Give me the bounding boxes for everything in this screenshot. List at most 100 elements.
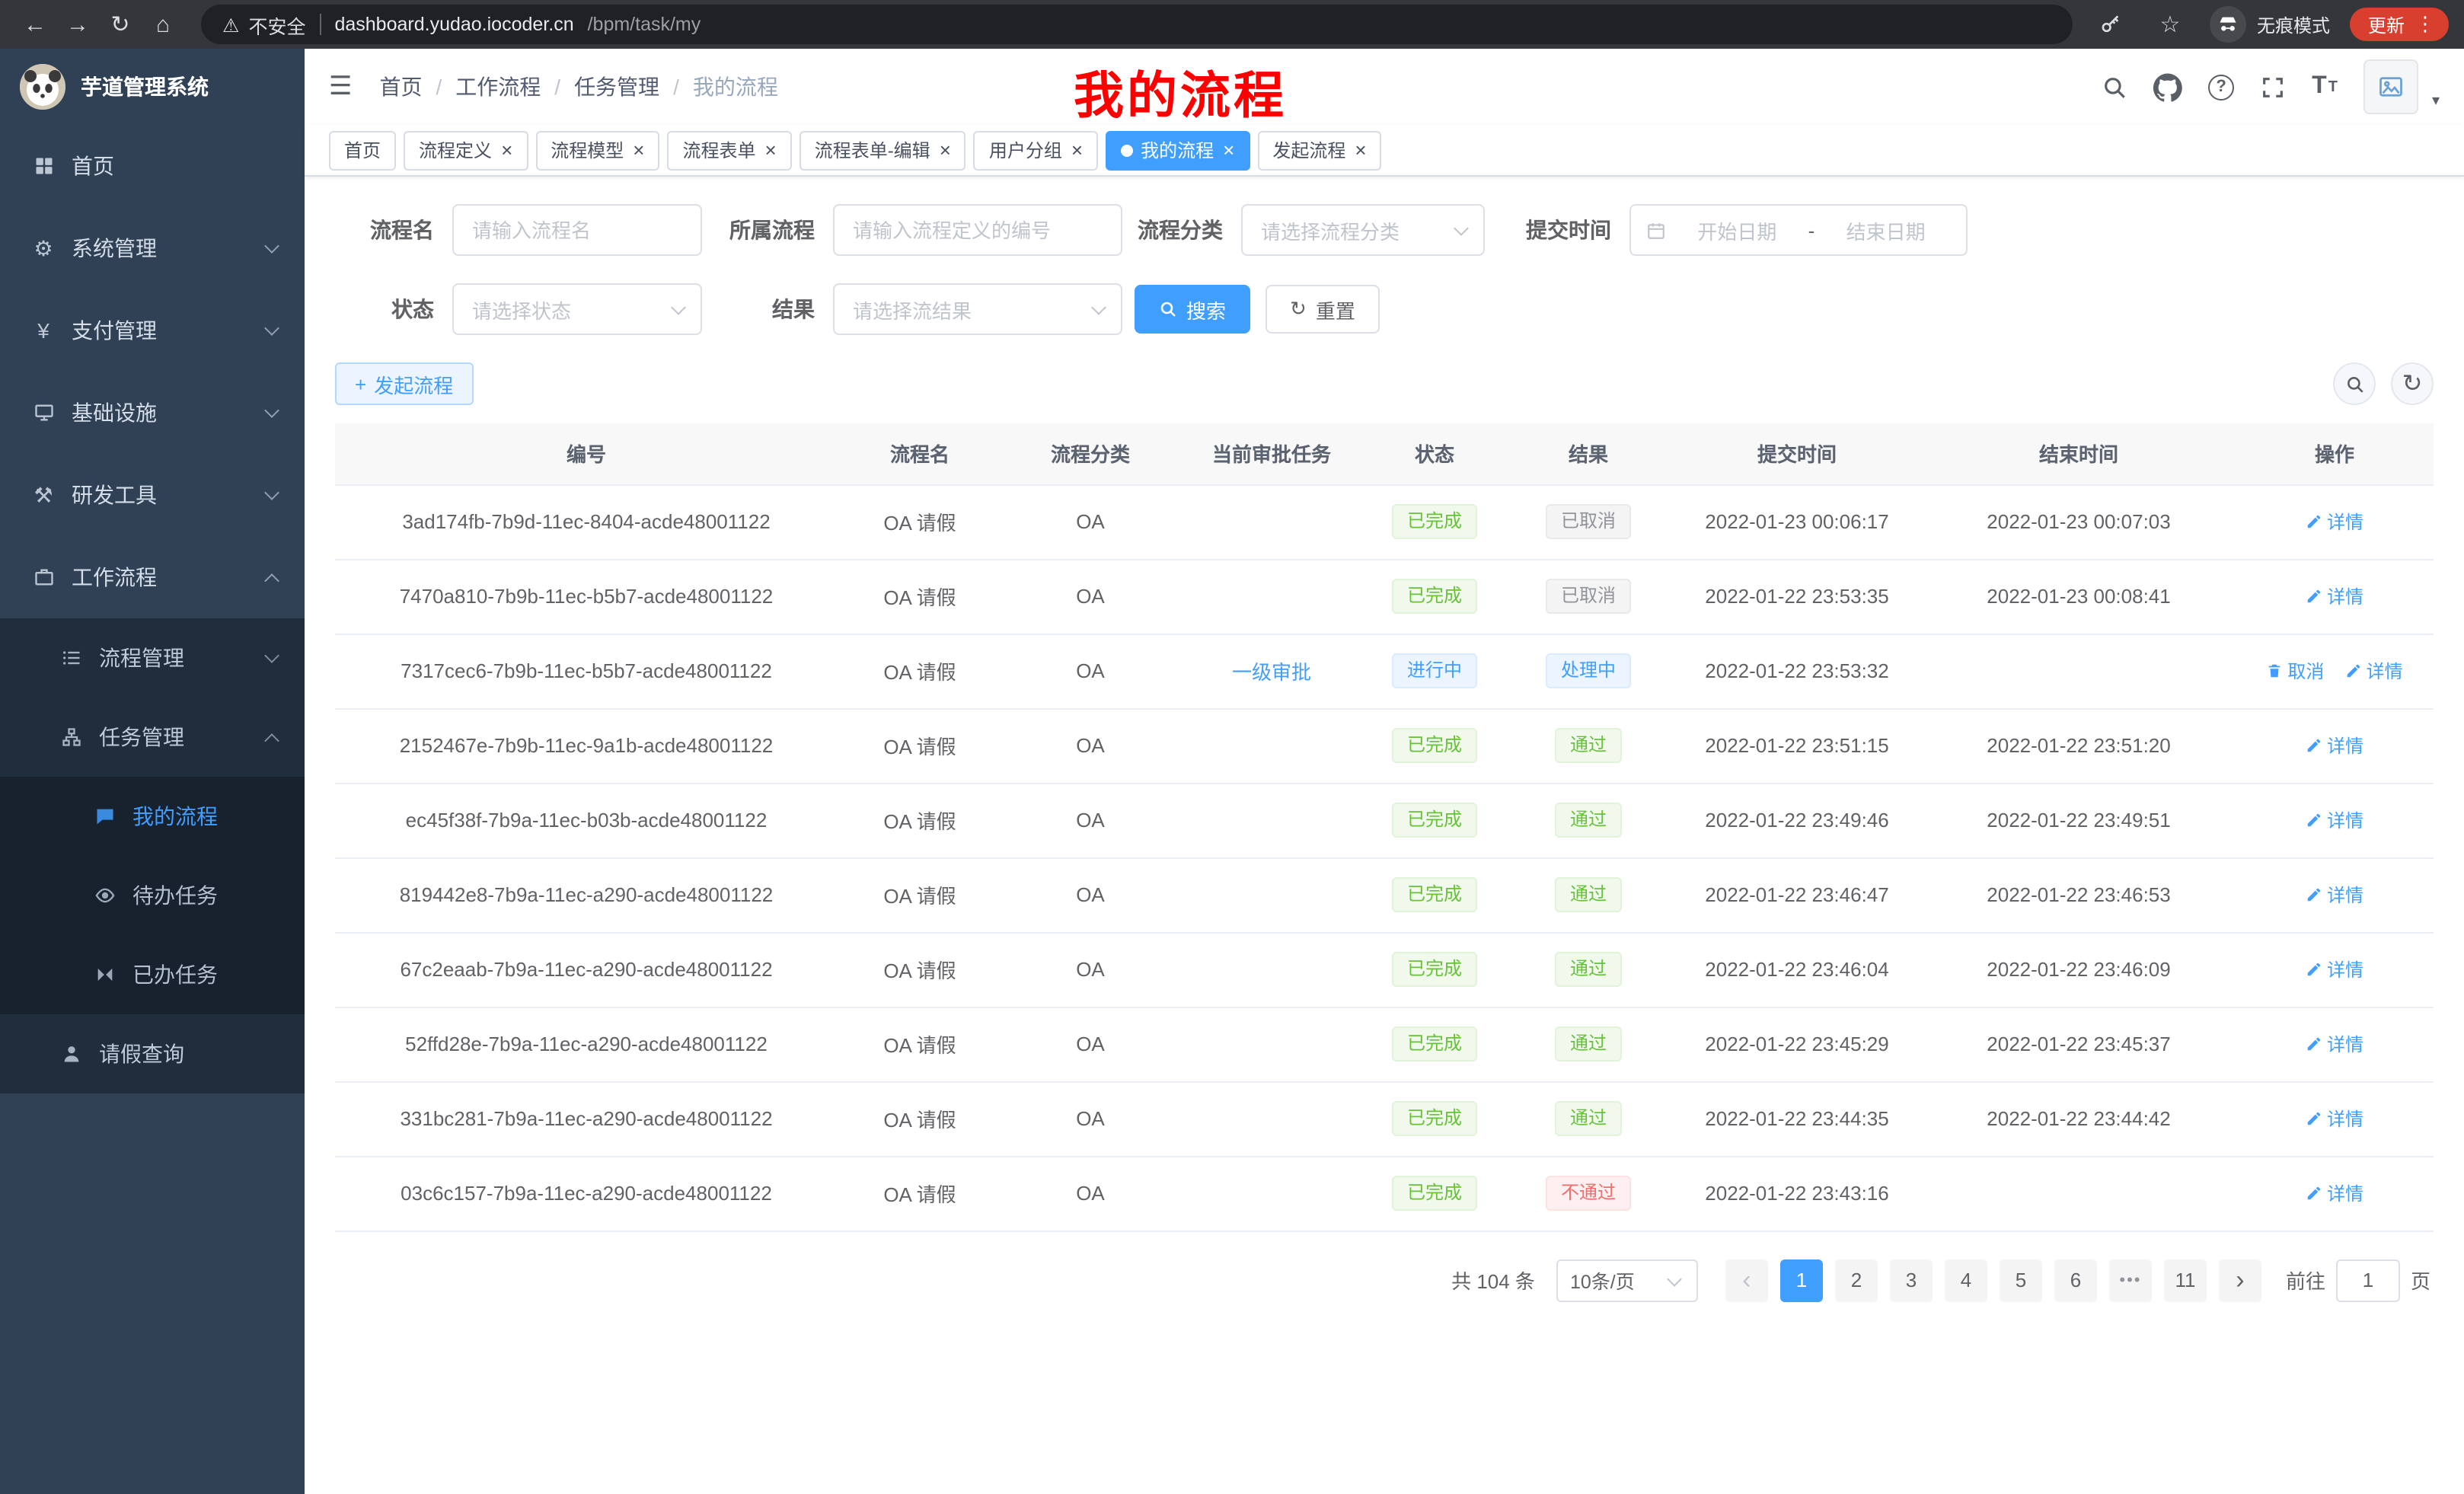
github-icon[interactable] [2153,72,2182,101]
parent-process-input[interactable] [833,204,1122,256]
page-button[interactable]: 11 [2164,1259,2207,1301]
table-refresh-icon[interactable]: ↻ [2391,362,2434,405]
initiate-process-button[interactable]: + 发起流程 [335,362,473,405]
close-icon[interactable]: × [940,140,951,160]
hamburger-icon[interactable]: ☰ [329,72,353,102]
status-badge: 已完成 [1392,728,1477,763]
tab-initiate-process[interactable]: 发起流程× [1257,130,1381,170]
col-current-task: 当前审批任务 [1179,423,1364,484]
tab-process-definition[interactable]: 流程定义× [404,130,528,170]
search-icon[interactable] [2102,74,2127,100]
detail-link[interactable]: 详情 [2306,733,2363,758]
page-button[interactable]: 3 [1890,1259,1933,1301]
category-select[interactable]: 请选择流程分类 [1241,204,1485,256]
prev-page-button[interactable]: ‹ [1725,1259,1768,1301]
forward-icon[interactable]: → [58,5,97,44]
detail-link[interactable]: 详情 [2306,1180,2363,1206]
date-start[interactable]: 开始日期 [1672,215,1802,244]
tab-process-form[interactable]: 流程表单× [667,130,791,170]
detail-link[interactable]: 详情 [2306,1031,2363,1057]
goto-page-input[interactable] [2336,1259,2400,1301]
sidebar-item-my-process[interactable]: 我的流程 [0,777,305,856]
detail-link[interactable]: 详情 [2306,509,2363,535]
close-icon[interactable]: × [765,140,777,160]
more-pages-button[interactable]: ••• [2109,1259,2152,1301]
detail-link[interactable]: 详情 [2306,807,2363,833]
date-end[interactable]: 结束日期 [1821,215,1951,244]
date-range-picker[interactable]: 开始日期 - 结束日期 [1629,204,1968,256]
detail-link[interactable]: 详情 [2345,658,2403,684]
chat-bubble-icon [91,806,117,827]
search-button[interactable]: 搜索 [1135,285,1250,334]
table-tools: ↻ [2333,362,2434,405]
result-badge: 处理中 [1546,653,1631,688]
done-tasks-icon [91,964,117,985]
breadcrumb-item[interactable]: 任务管理 [574,72,659,102]
bookmark-star-icon[interactable]: ☆ [2150,5,2190,44]
chevron-down-icon [264,403,279,418]
home-icon[interactable]: ⌂ [143,5,183,44]
table-toolbar: + 发起流程 ↻ [335,362,2434,405]
detail-link[interactable]: 详情 [2306,583,2363,609]
close-icon[interactable]: × [501,140,512,160]
task-link[interactable]: 一级审批 [1232,661,1311,684]
address-bar[interactable]: ⚠ 不安全 dashboard.yudao.iocoder.cn/bpm/tas… [201,5,2073,44]
sidebar-item-process-management[interactable]: 流程管理 [0,618,305,698]
avatar[interactable] [2363,59,2418,114]
col-id: 编号 [335,423,838,484]
close-icon[interactable]: × [633,140,644,160]
sidebar-item-home[interactable]: 首页 [0,125,305,207]
sidebar-item-system[interactable]: ⚙ 系统管理 [0,207,305,289]
tab-user-group[interactable]: 用户分组× [974,130,1098,170]
sidebar-item-workflow[interactable]: 工作流程 [0,536,305,618]
help-icon[interactable]: ? [2208,74,2234,100]
page-size-select[interactable]: 10条/页 [1556,1259,1698,1301]
page-button[interactable]: 2 [1835,1259,1878,1301]
tab-my-process[interactable]: 我的流程× [1106,130,1250,170]
close-icon[interactable]: × [1223,140,1234,160]
page-button[interactable]: 6 [2054,1259,2097,1301]
breadcrumb-item[interactable]: 首页 [380,72,423,102]
status-badge: 已完成 [1392,877,1477,912]
detail-link[interactable]: 详情 [2306,956,2363,982]
update-button[interactable]: 更新 ⋮ [2350,8,2449,41]
password-key-icon[interactable] [2091,5,2130,44]
security-status[interactable]: ⚠ 不安全 [222,10,305,39]
sidebar-item-infrastructure[interactable]: 基础设施 [0,372,305,454]
status-badge: 已完成 [1392,579,1477,614]
page-button[interactable]: 5 [2000,1259,2042,1301]
close-icon[interactable]: × [1071,140,1083,160]
close-icon[interactable]: × [1355,140,1366,160]
sidebar-item-done-tasks[interactable]: 已办任务 [0,935,305,1014]
detail-link[interactable]: 详情 [2306,1106,2363,1132]
page-button[interactable]: 4 [1945,1259,1987,1301]
tab-process-form-edit[interactable]: 流程表单-编辑× [800,130,966,170]
cancel-link[interactable]: 取消 [2266,658,2324,684]
status-select[interactable]: 请选择状态 [452,283,702,335]
reload-icon[interactable]: ↻ [101,5,140,44]
caret-down-icon[interactable]: ▾ [2432,93,2440,110]
workflow-submenu: 流程管理 任务管理 我的流程 待办任务 [0,618,305,1093]
status-badge: 已完成 [1392,803,1477,838]
sidebar-item-task-management[interactable]: 任务管理 [0,698,305,777]
tab-process-model[interactable]: 流程模型× [535,130,659,170]
sidebar-item-todo-tasks[interactable]: 待办任务 [0,856,305,935]
table-search-icon[interactable] [2333,362,2376,405]
back-icon[interactable]: ← [15,5,55,44]
reset-button[interactable]: ↻ 重置 [1266,285,1380,334]
fullscreen-icon[interactable] [2260,74,2286,100]
breadcrumb-item[interactable]: 工作流程 [455,72,541,102]
table-row: ec45f38f-7b9a-11ec-b03b-acde48001122 OA … [335,783,2434,857]
result-badge: 通过 [1555,1026,1622,1061]
sidebar-item-leave-query[interactable]: 请假查询 [0,1014,305,1093]
process-name-input[interactable] [452,204,702,256]
sidebar-item-payment[interactable]: ¥ 支付管理 [0,289,305,372]
next-page-button[interactable]: › [2219,1259,2261,1301]
result-select[interactable]: 请选择流结果 [833,283,1122,335]
sidebar-item-devtools[interactable]: ⚒ 研发工具 [0,454,305,536]
tab-home[interactable]: 首页 [329,130,396,170]
browser-menu-icon[interactable]: ⋮ [2415,12,2435,37]
detail-link[interactable]: 详情 [2306,882,2363,908]
page-button[interactable]: 1 [1780,1259,1823,1301]
font-size-icon[interactable]: TT [2312,73,2338,101]
